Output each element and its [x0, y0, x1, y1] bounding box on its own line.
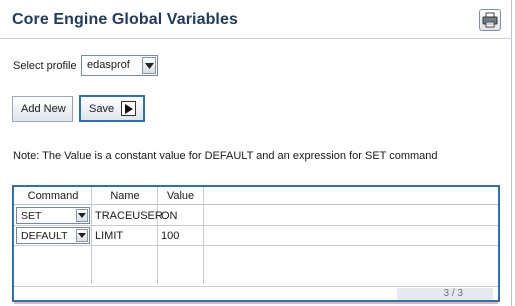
- column-header-name[interactable]: Name: [92, 190, 158, 202]
- page-title: Core Engine Global Variables: [12, 11, 238, 28]
- chevron-down-icon[interactable]: [142, 57, 156, 74]
- name-cell[interactable]: LIMIT: [95, 230, 123, 242]
- column-header-command[interactable]: Command: [14, 190, 92, 202]
- column-header-value[interactable]: Value: [158, 190, 203, 202]
- command-select-value: SET: [21, 210, 42, 222]
- save-button[interactable]: Save: [79, 95, 145, 122]
- value-cell[interactable]: 100: [161, 230, 179, 242]
- add-new-label: Add New: [21, 103, 66, 115]
- grid-footer: 3 / 3: [14, 286, 498, 300]
- row-divider: [14, 225, 498, 226]
- command-select[interactable]: DEFAULT: [16, 227, 90, 244]
- value-cell[interactable]: ON: [161, 210, 178, 222]
- grid-header: Command Name Value: [14, 187, 498, 205]
- save-label: Save: [89, 103, 115, 115]
- profile-label: Select profile: [13, 60, 77, 72]
- title-divider: [0, 38, 512, 39]
- row-divider: [14, 245, 498, 246]
- name-cell[interactable]: TRACEUSER: [95, 210, 163, 222]
- play-arrow-icon: [121, 101, 136, 116]
- print-button[interactable]: [479, 9, 501, 31]
- column-divider: [157, 187, 158, 284]
- printer-icon: [482, 12, 498, 28]
- command-select-value: DEFAULT: [21, 230, 68, 242]
- pager-status: 3 / 3: [397, 288, 493, 300]
- chevron-down-icon[interactable]: [76, 229, 88, 242]
- profile-select-value: edasprof: [87, 59, 130, 71]
- column-divider: [91, 187, 92, 284]
- variables-grid: Command Name Value SET TRACEUSER ON DEFA…: [12, 185, 500, 304]
- note-text: Note: The Value is a constant value for …: [13, 150, 438, 162]
- chevron-down-icon[interactable]: [76, 209, 88, 222]
- add-new-button[interactable]: Add New: [12, 96, 73, 122]
- column-divider: [203, 187, 204, 284]
- panel: Core Engine Global Variables Select prof…: [0, 0, 512, 306]
- profile-select[interactable]: edasprof: [81, 55, 158, 76]
- grid-bottom-bar: [14, 302, 498, 304]
- command-select[interactable]: SET: [16, 207, 90, 224]
